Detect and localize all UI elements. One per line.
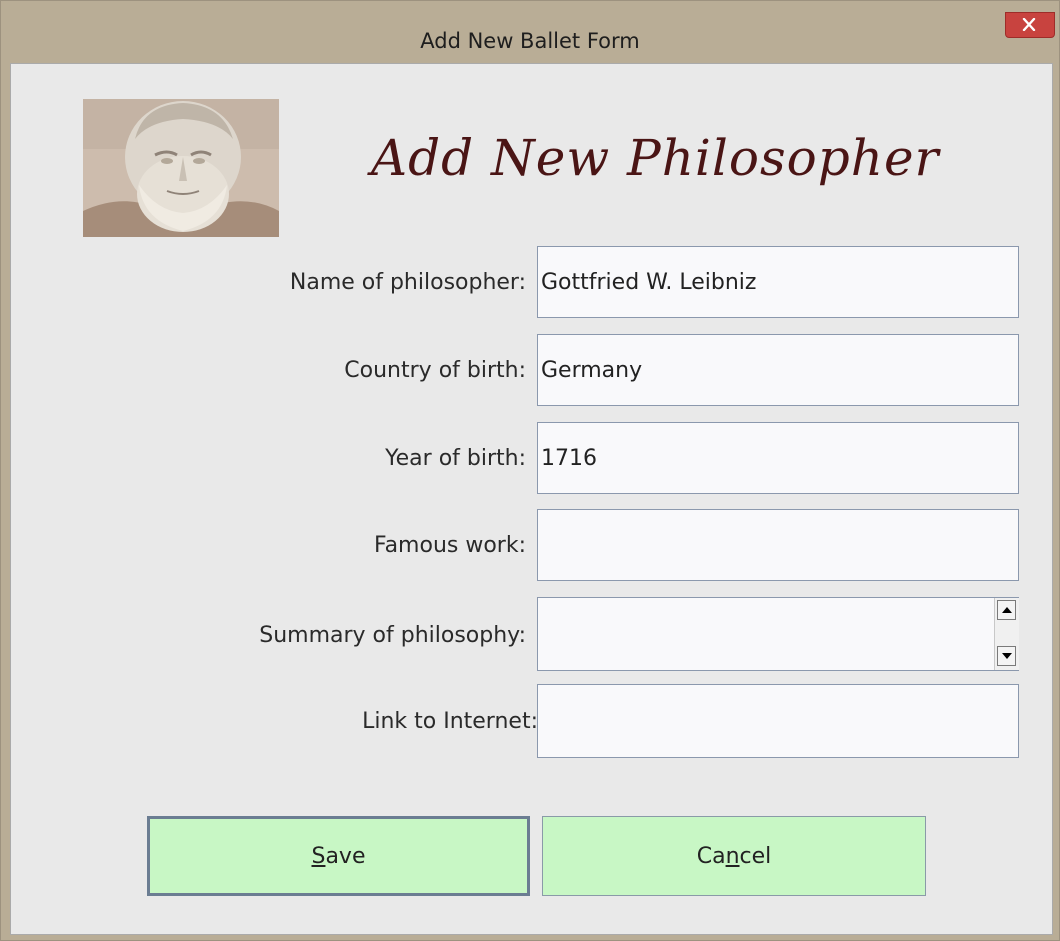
close-button[interactable] bbox=[1005, 12, 1055, 38]
scroll-down-button[interactable] bbox=[997, 646, 1016, 666]
summary-textarea[interactable] bbox=[538, 598, 988, 670]
save-button[interactable]: Save bbox=[147, 816, 530, 896]
close-icon bbox=[1022, 18, 1036, 31]
summary-area bbox=[537, 597, 1019, 671]
country-field[interactable] bbox=[537, 334, 1019, 406]
summary-scrollbar[interactable] bbox=[994, 598, 1019, 670]
cancel-mnemonic: n bbox=[725, 843, 740, 869]
year-label: Year of birth: bbox=[385, 446, 526, 471]
famous-work-label: Famous work: bbox=[373, 533, 526, 558]
year-field[interactable] bbox=[537, 422, 1019, 494]
arrow-up-icon bbox=[1002, 607, 1012, 613]
name-field[interactable] bbox=[537, 246, 1019, 318]
save-mnemonic: S bbox=[311, 843, 326, 869]
famous-work-field[interactable] bbox=[537, 509, 1019, 581]
form-panel: Add New Philosopher Name of philosopher:… bbox=[10, 63, 1053, 935]
summary-label: Summary of philosophy: bbox=[259, 623, 526, 648]
page-title: Add New Philosopher bbox=[371, 129, 940, 187]
link-label: Link to Internet: bbox=[362, 709, 538, 734]
window-title: Add New Ballet Form bbox=[420, 29, 640, 53]
cancel-label-post: cel bbox=[739, 843, 772, 869]
dialog-window: Add New Ballet Form Add New Philosopher … bbox=[0, 0, 1060, 941]
cancel-label-pre: Ca bbox=[696, 843, 726, 869]
arrow-down-icon bbox=[1002, 653, 1012, 659]
cancel-button[interactable]: Cancel bbox=[542, 816, 926, 896]
philosopher-bust-image bbox=[83, 99, 279, 237]
scroll-up-button[interactable] bbox=[997, 600, 1016, 620]
name-label: Name of philosopher: bbox=[289, 270, 526, 295]
save-label-rest: ave bbox=[325, 843, 366, 869]
country-label: Country of birth: bbox=[344, 358, 526, 383]
internet-link-field[interactable] bbox=[537, 684, 1019, 758]
title-bar[interactable]: Add New Ballet Form bbox=[1, 1, 1059, 63]
